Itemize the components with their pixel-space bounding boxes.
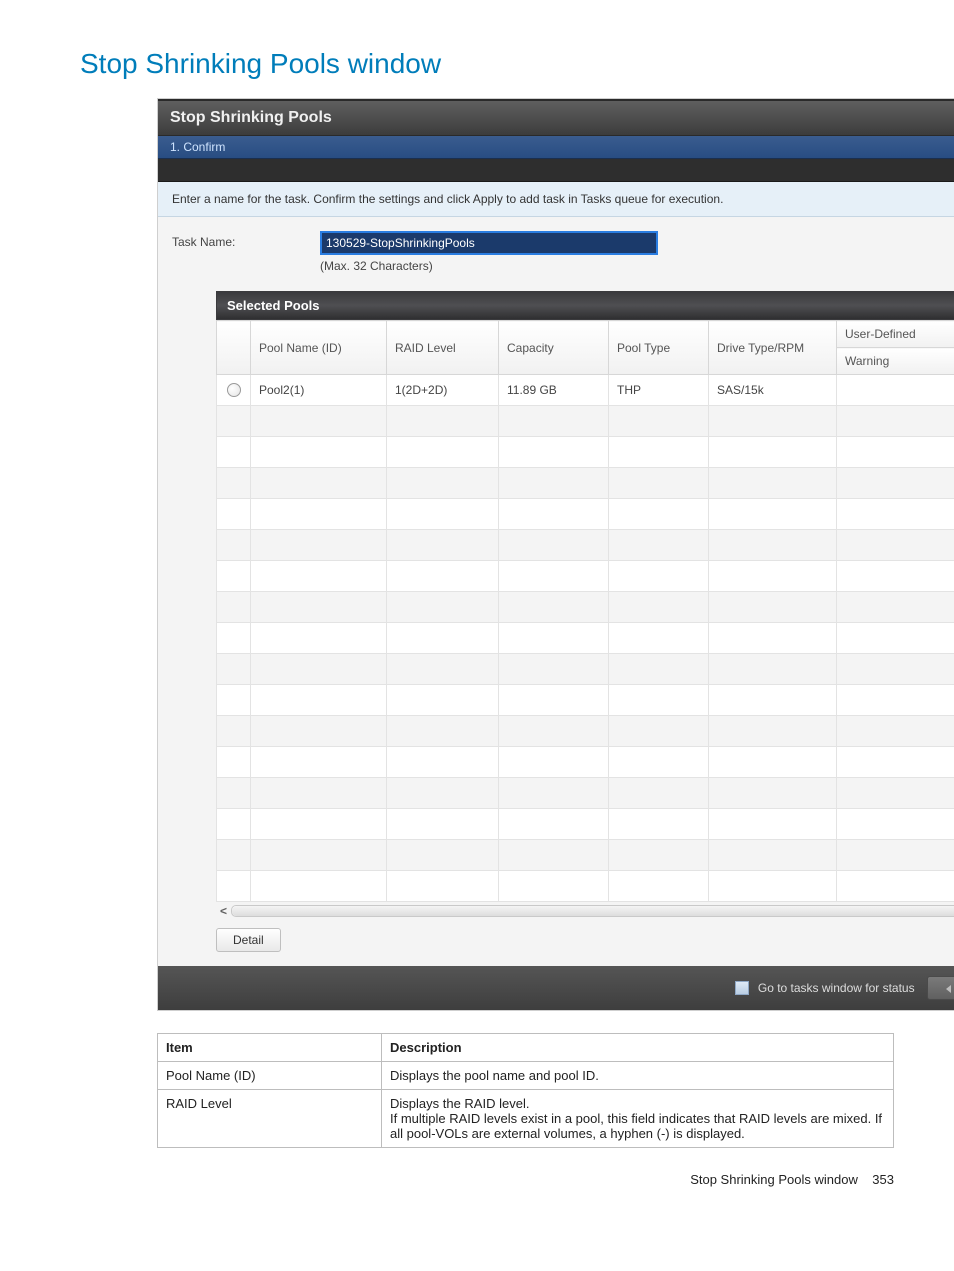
selected-pools-tbody: Pool2(1) 1(2D+2D) 11.89 GB THP SAS/15k — [217, 375, 954, 902]
row-select-radio[interactable] — [227, 383, 241, 397]
cell-capacity: 11.89 GB — [499, 375, 609, 406]
checkbox-icon[interactable] — [735, 981, 749, 995]
desc-text: Displays the pool name and pool ID. — [382, 1062, 894, 1090]
table-row — [217, 468, 954, 499]
desc-head-item: Item — [158, 1034, 382, 1062]
table-row — [217, 437, 954, 468]
selected-pools-section: Selected Pools Pool Name (ID) RAID Level… — [216, 291, 954, 958]
desc-text: Displays the RAID level. If multiple RAI… — [382, 1090, 894, 1148]
go-to-tasks-label: Go to tasks window for status — [758, 981, 915, 995]
table-row — [217, 716, 954, 747]
table-row — [217, 592, 954, 623]
footer-label: Stop Shrinking Pools window — [690, 1172, 858, 1187]
scroll-left-icon[interactable]: < — [216, 904, 231, 918]
task-name-label: Task Name: — [172, 231, 320, 249]
field-description-table: Item Description Pool Name (ID) Displays… — [157, 1033, 894, 1148]
dialog-title: Stop Shrinking Pools — [158, 99, 954, 136]
desc-head-description: Description — [382, 1034, 894, 1062]
page-footer: Stop Shrinking Pools window 353 — [0, 1172, 894, 1187]
table-row — [217, 747, 954, 778]
col-raid-level: RAID Level — [387, 321, 499, 375]
cell-warning — [837, 375, 954, 406]
cell-pool-name: Pool2(1) — [251, 375, 387, 406]
table-row — [217, 530, 954, 561]
scroll-track[interactable] — [231, 905, 954, 917]
detail-button[interactable]: Detail — [216, 928, 281, 952]
col-pool-type: Pool Type — [609, 321, 709, 375]
go-to-tasks-checkbox-group[interactable]: Go to tasks window for status — [735, 981, 915, 996]
col-user-defined-group: User-Defined — [837, 321, 954, 348]
table-row — [217, 778, 954, 809]
scroll-thumb[interactable] — [232, 906, 954, 916]
task-name-row: Task Name: (Max. 32 Characters) — [172, 231, 954, 273]
col-pool-name: Pool Name (ID) — [251, 321, 387, 375]
wizard-step-confirm: 1. Confirm — [158, 136, 954, 159]
desc-item: RAID Level — [158, 1090, 382, 1148]
table-row — [217, 561, 954, 592]
back-button[interactable]: Back — [927, 976, 954, 1000]
table-row — [217, 654, 954, 685]
table-hscrollbar[interactable]: < — [216, 902, 954, 924]
desc-row: RAID Level Displays the RAID level. If m… — [158, 1090, 894, 1148]
task-name-input[interactable] — [320, 231, 658, 255]
dialog-stop-shrinking-pools: Stop Shrinking Pools 1. Confirm Enter a … — [158, 99, 954, 1010]
cell-drive-type: SAS/15k — [709, 375, 837, 406]
table-row — [217, 871, 954, 902]
dialog-instruction: Enter a name for the task. Confirm the s… — [158, 182, 954, 217]
cell-pool-type: THP — [609, 375, 709, 406]
table-row — [217, 840, 954, 871]
dialog-footer: Go to tasks window for status Back Next … — [158, 966, 954, 1010]
selected-pools-header: Selected Pools — [216, 291, 954, 320]
page-title: Stop Shrinking Pools window — [80, 48, 954, 80]
footer-page-number: 353 — [872, 1172, 894, 1187]
task-name-hint: (Max. 32 Characters) — [320, 259, 658, 273]
table-row[interactable]: Pool2(1) 1(2D+2D) 11.89 GB THP SAS/15k — [217, 375, 954, 406]
dialog-strip — [158, 159, 954, 182]
desc-row: Pool Name (ID) Displays the pool name an… — [158, 1062, 894, 1090]
col-drive-type: Drive Type/RPM — [709, 321, 837, 375]
dialog-body: Task Name: (Max. 32 Characters) Selected… — [158, 217, 954, 966]
table-row — [217, 623, 954, 654]
table-row — [217, 499, 954, 530]
selected-pools-table: Pool Name (ID) RAID Level Capacity Pool … — [216, 320, 954, 902]
screenshot-area: Stop Shrinking Pools 1. Confirm Enter a … — [157, 98, 954, 1011]
cell-raid-level: 1(2D+2D) — [387, 375, 499, 406]
col-select — [217, 321, 251, 375]
col-warning: Warning — [837, 348, 954, 375]
table-row — [217, 685, 954, 716]
desc-item: Pool Name (ID) — [158, 1062, 382, 1090]
col-capacity: Capacity — [499, 321, 609, 375]
table-row — [217, 406, 954, 437]
table-row — [217, 809, 954, 840]
